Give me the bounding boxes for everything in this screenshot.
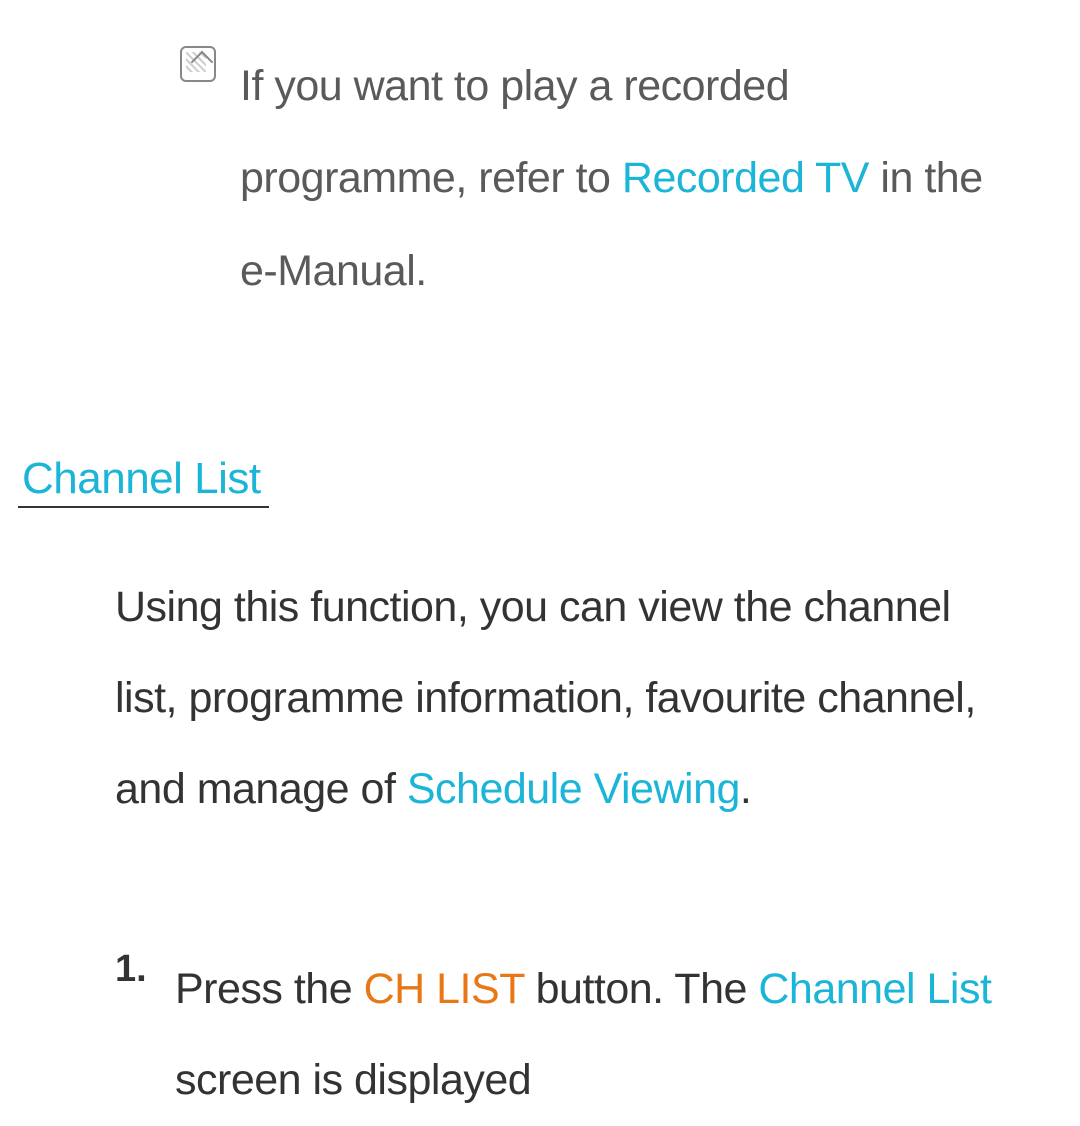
description-text-after: . xyxy=(740,765,751,813)
step1-text-after-orange: button. The xyxy=(524,965,758,1013)
note-block: If you want to play a recorded programme… xyxy=(180,40,1020,317)
schedule-viewing-link[interactable]: Schedule Viewing xyxy=(407,765,740,813)
list-content-1: Press the CH LIST button. The Channel Li… xyxy=(175,944,1020,1126)
description-block: Using this function, you can view the ch… xyxy=(115,562,1020,835)
step1-text-before-orange: Press the xyxy=(175,965,364,1013)
section-heading-channel-list: Channel List xyxy=(18,454,269,508)
note-text: If you want to play a recorded programme… xyxy=(240,40,1020,317)
note-icon xyxy=(180,46,216,82)
channel-list-link[interactable]: Channel List xyxy=(758,965,991,1013)
recorded-tv-link[interactable]: Recorded TV xyxy=(622,154,869,202)
step1-text-after-link: screen is displayed xyxy=(175,1056,531,1104)
numbered-list: 1. Press the CH LIST button. The Channel… xyxy=(115,944,1020,1126)
list-number-1: 1. xyxy=(115,948,147,991)
ch-list-button-label: CH LIST xyxy=(364,965,525,1013)
